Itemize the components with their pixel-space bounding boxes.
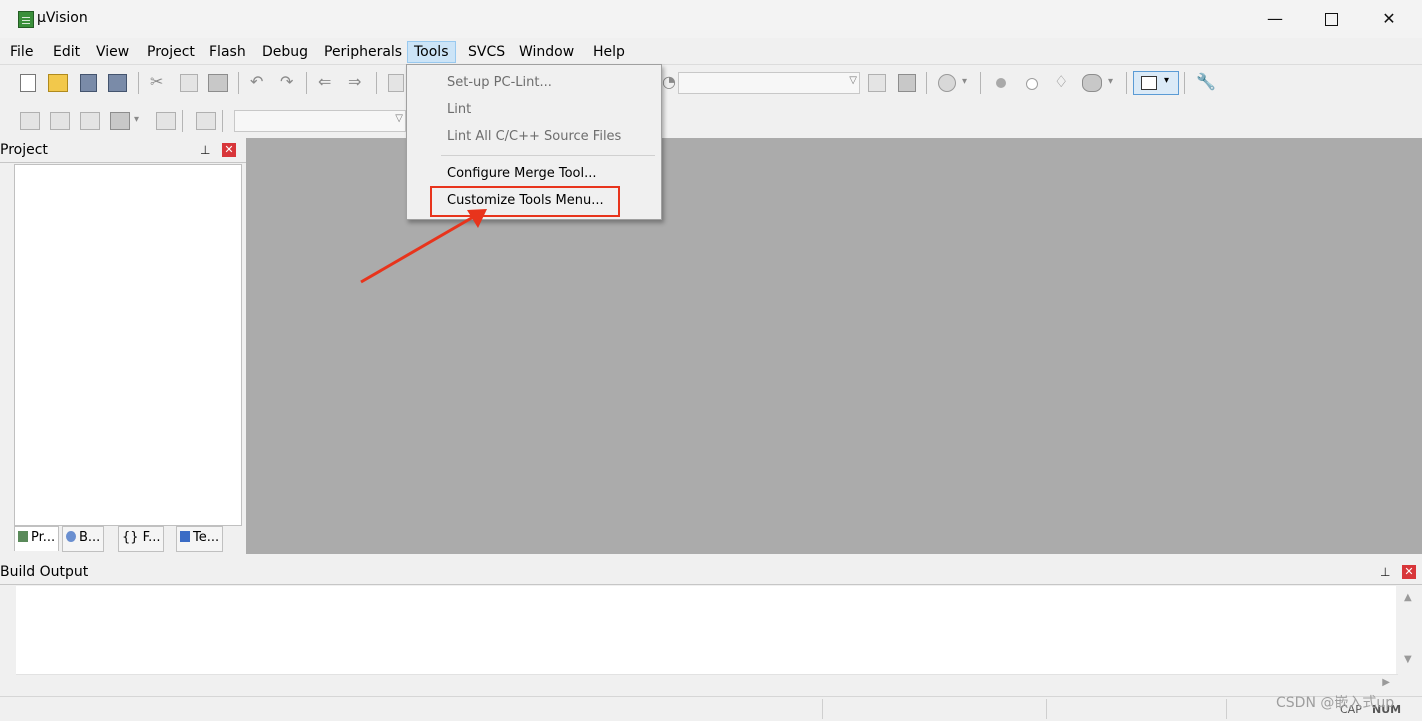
maximize-button[interactable] [1318, 8, 1344, 30]
bookmark-icon[interactable] [388, 74, 404, 92]
separator [1184, 72, 1185, 94]
vertical-scrollbar[interactable]: ▲ ▼ [1398, 586, 1420, 674]
separator [138, 72, 139, 94]
horizontal-scrollbar[interactable]: ▶ [16, 674, 1398, 693]
books-tab-icon [66, 531, 76, 542]
watch-icon[interactable]: ♢ [1054, 72, 1068, 91]
menu-item-setup-pc-lint[interactable]: Set-up PC-Lint... [447, 75, 552, 90]
project-panel-title: Project [0, 142, 48, 158]
menu-file[interactable]: File [10, 43, 33, 61]
target-select[interactable]: ▽ [234, 110, 406, 132]
nav-forward-icon[interactable]: ⇒ [348, 72, 361, 91]
status-cell [822, 699, 823, 719]
stop-build-icon[interactable] [156, 112, 176, 130]
status-cell [1226, 699, 1227, 719]
menu-svcs[interactable]: SVCS [468, 43, 505, 61]
open-folder-icon[interactable] [48, 74, 68, 92]
project-panel: Project ⊥ ✕ Pr... B... {} F... Te... [0, 138, 246, 554]
watermark: CSDN @嵌入式up [1276, 695, 1395, 711]
rebuild-icon[interactable] [80, 112, 100, 130]
file-toolbar: ✂ ↶ ↷ ⇐ ⇒ ◔ ▽ ▾ ♢ ▾ ▾ 🔧 [0, 68, 1422, 96]
build-toolbar: ▾ ▽ [0, 106, 1422, 136]
paste-icon[interactable] [208, 74, 228, 92]
tab-templates[interactable]: Te... [176, 526, 224, 552]
menu-item-configure-merge-tool[interactable]: Configure Merge Tool... [447, 166, 597, 181]
close-button[interactable]: ✕ [1376, 8, 1402, 30]
menu-item-lint[interactable]: Lint [447, 102, 471, 117]
incremental-find-icon[interactable] [898, 74, 916, 92]
project-tab-icon [18, 531, 28, 542]
menu-item-lint-all[interactable]: Lint All C/C++ Source Files [447, 129, 621, 144]
app-icon [18, 11, 34, 28]
find-combo[interactable]: ▽ [678, 72, 860, 94]
scroll-right-icon[interactable]: ▶ [1382, 677, 1390, 688]
chevron-down-icon[interactable]: ▾ [1108, 76, 1113, 87]
window-title: µVision [37, 10, 88, 26]
tab-project[interactable]: Pr... [14, 526, 60, 551]
breakpoint-icon[interactable] [996, 78, 1006, 88]
translate-icon[interactable] [20, 112, 40, 130]
nav-back-icon[interactable]: ⇐ [318, 72, 331, 91]
download-icon[interactable] [196, 112, 216, 130]
separator [238, 72, 239, 94]
tab-books[interactable]: B... [62, 526, 105, 552]
chevron-down-icon[interactable]: ▾ [962, 76, 967, 87]
build-output-header: Build Output ⊥ ✕ [0, 560, 1422, 585]
chevron-down-icon[interactable]: ▾ [134, 114, 139, 125]
separator [980, 72, 981, 94]
menu-peripherals[interactable]: Peripherals [324, 43, 402, 61]
pin-icon[interactable]: ⊥ [200, 143, 210, 157]
separator [222, 110, 223, 132]
project-panel-header: Project ⊥ ✕ [0, 138, 246, 163]
separator [926, 72, 927, 94]
annotation-arrow [360, 209, 487, 284]
wrench-icon[interactable]: 🔧 [1196, 72, 1216, 91]
save-all-icon[interactable] [108, 74, 127, 92]
menu-help[interactable]: Help [593, 43, 625, 61]
status-cell [1046, 699, 1047, 719]
batch-build-icon[interactable] [110, 112, 130, 130]
status-bar: CAP NUM [0, 696, 1422, 721]
build-output-title: Build Output [0, 564, 89, 580]
templates-tab-icon [180, 531, 190, 542]
save-icon[interactable] [80, 74, 97, 92]
scroll-up-icon[interactable]: ▲ [1404, 592, 1412, 603]
breakpoint-disabled-icon[interactable] [1026, 78, 1038, 90]
close-panel-icon[interactable]: ✕ [1402, 565, 1416, 579]
separator [376, 72, 377, 94]
copy-icon[interactable] [180, 74, 198, 92]
build-icon[interactable] [50, 112, 70, 130]
title-bar: µVision — ✕ [0, 0, 1422, 38]
separator [306, 72, 307, 94]
menu-project[interactable]: Project [147, 43, 195, 61]
menu-bar: File Edit View Project Flash Debug Perip… [0, 40, 1422, 65]
cut-icon[interactable]: ✂ [150, 72, 163, 91]
target-icon[interactable] [1082, 74, 1102, 92]
menu-divider [441, 155, 655, 156]
view-window-button[interactable]: ▾ [1133, 71, 1179, 95]
menu-tools[interactable]: Tools [407, 41, 456, 63]
pin-icon[interactable]: ⊥ [1380, 565, 1390, 579]
separator [182, 110, 183, 132]
menu-view[interactable]: View [96, 43, 129, 61]
tab-functions[interactable]: {} F... [118, 526, 165, 552]
close-panel-icon[interactable]: ✕ [222, 143, 236, 157]
build-output-text[interactable] [16, 586, 1396, 674]
project-tree[interactable] [14, 164, 242, 526]
search-icon[interactable] [938, 74, 956, 92]
menu-flash[interactable]: Flash [209, 43, 246, 61]
menu-window[interactable]: Window [519, 43, 574, 61]
undo-icon[interactable]: ↶ [250, 72, 263, 91]
new-file-icon[interactable] [20, 74, 36, 92]
menu-edit[interactable]: Edit [53, 43, 80, 61]
menu-debug[interactable]: Debug [262, 43, 308, 61]
find-in-files-icon[interactable] [868, 74, 886, 92]
scroll-down-icon[interactable]: ▼ [1404, 654, 1412, 665]
separator [1126, 72, 1127, 94]
find-icon[interactable]: ◔ [662, 72, 676, 91]
project-panel-tabs: Pr... B... {} F... Te... [14, 526, 246, 554]
redo-icon[interactable]: ↷ [280, 72, 293, 91]
minimize-button[interactable]: — [1262, 8, 1288, 30]
